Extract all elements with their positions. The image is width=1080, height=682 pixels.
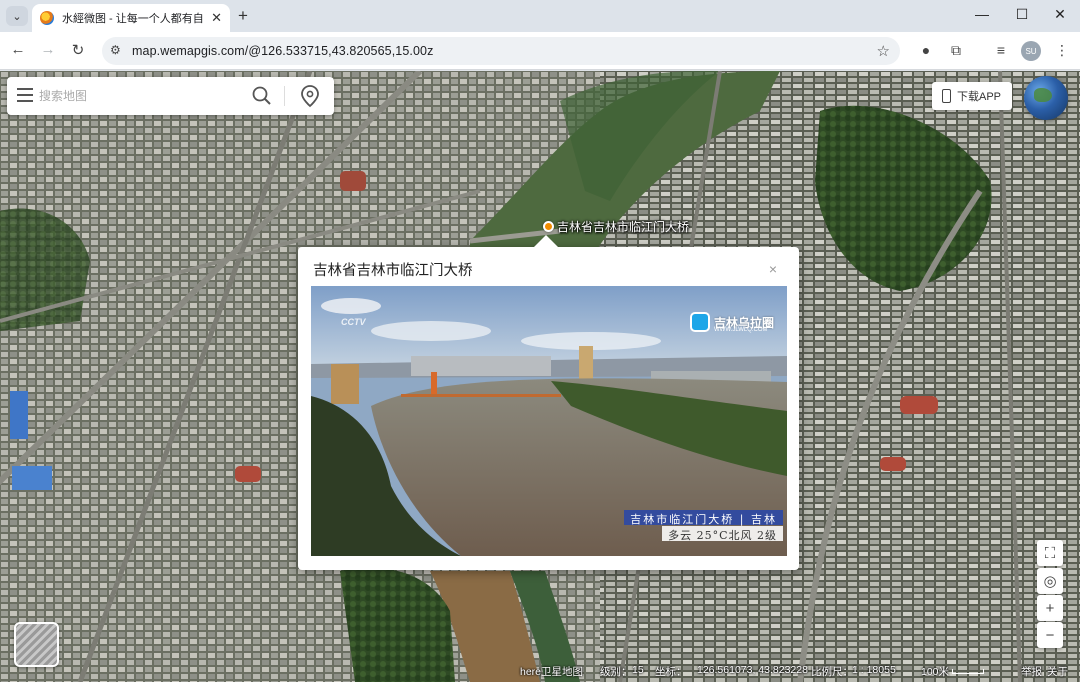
photo-caption-location: 吉林市临江门大桥 | 吉林	[624, 510, 783, 526]
map-canvas[interactable]: 下载APP 吉林省吉林市临江门大桥 吉林省吉林市临江门大桥 ×	[0, 71, 1080, 682]
live-camera-photo[interactable]: CCTV 吉林乌拉圈 WWW.JLWLQ.COM 吉林市临江门大桥 | 吉林 多…	[311, 286, 787, 556]
location-pin-icon[interactable]	[299, 84, 321, 108]
zoom-in-button[interactable]: +	[1037, 595, 1063, 621]
search-input[interactable]	[39, 86, 239, 106]
panel-divider	[284, 86, 285, 106]
back-button[interactable]: ←	[8, 41, 28, 58]
browser-tab[interactable]: 水經微图 - 让每一个人都有自己 ✕	[32, 4, 230, 32]
favicon-icon	[40, 11, 54, 25]
globe-icon[interactable]	[1024, 76, 1068, 120]
popup-title: 吉林省吉林市临江门大桥	[313, 263, 473, 279]
new-tab-button[interactable]: +	[238, 6, 248, 26]
profile-avatar[interactable]: SU	[1021, 41, 1041, 61]
scale-distance: 100米	[921, 666, 950, 678]
window-close-button[interactable]: ✕	[1050, 6, 1070, 23]
download-app-button[interactable]: 下载APP	[932, 82, 1012, 110]
watermark-url: WWW.JLWLQ.COM	[714, 327, 768, 333]
site-info-icon[interactable]: ⚙	[110, 43, 121, 57]
tab-title: 水經微图 - 让每一个人都有自己	[62, 13, 206, 25]
more-menu-icon[interactable]: ⋮	[1052, 42, 1072, 59]
menu-icon[interactable]	[17, 88, 33, 102]
info-popup: 吉林省吉林市临江门大桥 × CCTV 吉林乌拉圈 WWW.JLWLQ.COM 吉…	[298, 235, 799, 570]
map-marker[interactable]	[543, 221, 554, 232]
scale-label: 比例尺：	[811, 666, 853, 678]
zoom-level-label: 级别：	[600, 666, 632, 678]
scale-value: 1 : 18055	[852, 664, 896, 676]
reading-list-icon[interactable]: ≡	[991, 42, 1011, 58]
forward-button[interactable]: →	[38, 41, 58, 58]
address-bar[interactable]: ⚙ map.wemapgis.com/@126.533715,43.820565…	[102, 37, 900, 65]
reload-button[interactable]: ↻	[68, 41, 88, 59]
browser-tabbar: ⌄ 水經微图 - 让每一个人都有自己 ✕ + — ☐ ✕	[0, 0, 1080, 32]
screenshot-icon[interactable]: ⛶	[1037, 540, 1063, 566]
scale-bar	[952, 669, 984, 674]
phone-icon	[942, 89, 951, 103]
watermark-logo-icon	[690, 312, 710, 332]
extension-icon[interactable]: ●	[916, 42, 936, 58]
search-panel	[7, 77, 334, 115]
map-statusbar: here卫星地图 级别： 15 坐标： 126.561073, 43.82322…	[0, 661, 1080, 682]
map-provider: here卫星地图	[520, 666, 584, 678]
photo-corner-mark: CCTV	[341, 317, 366, 327]
search-icon[interactable]	[251, 85, 273, 107]
star-icon[interactable]: ☆	[877, 42, 890, 60]
browser-toolbar: ← → ↻ ⚙ map.wemapgis.com/@126.533715,43.…	[0, 32, 1080, 70]
locate-icon[interactable]: ◎	[1037, 568, 1063, 594]
marker-label[interactable]: 吉林省吉林市临江门大桥	[557, 218, 689, 235]
tab-search-button[interactable]: ⌄	[6, 6, 28, 26]
maximize-button[interactable]: ☐	[1012, 6, 1032, 23]
extensions-icon[interactable]: ⧉	[946, 42, 966, 59]
download-app-label: 下载APP	[957, 91, 1002, 103]
tab-close-icon[interactable]: ✕	[211, 10, 222, 26]
about-link[interactable]: 关于	[1047, 664, 1068, 679]
zoom-out-button[interactable]: −	[1037, 622, 1063, 648]
photo-caption-weather: 多云 25°C北风 2级	[662, 526, 783, 542]
close-icon[interactable]: ×	[769, 261, 777, 277]
coordinate-value: 126.561073, 43.823228	[697, 664, 808, 676]
coordinate-label: 坐标：	[655, 666, 687, 678]
report-link[interactable]: 举报	[1021, 664, 1042, 679]
zoom-level-value: 15	[632, 664, 644, 676]
chevron-down-icon: ⌄	[12, 10, 22, 23]
minimize-button[interactable]: —	[972, 6, 992, 22]
url-text[interactable]: map.wemapgis.com/@126.533715,43.820565,1…	[132, 44, 433, 58]
